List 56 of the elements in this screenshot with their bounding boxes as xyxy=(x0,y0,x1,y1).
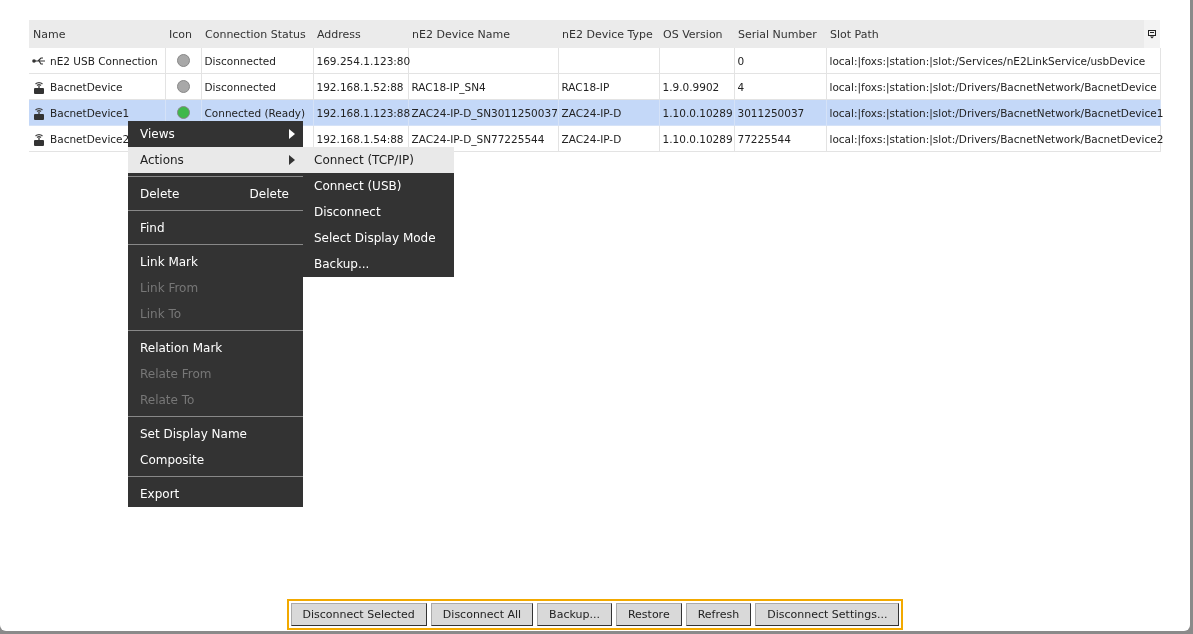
table-cell: 4 xyxy=(737,80,745,93)
table-cell: 0 xyxy=(737,54,745,67)
table-cell: Disconnected xyxy=(204,54,276,67)
table-cell: RAC18-IP_SN4 xyxy=(411,80,486,93)
action-button[interactable]: Backup... xyxy=(537,603,612,626)
table-cell: 192.168.1.52:88 xyxy=(316,80,404,93)
table-cell: 1.9.0.9902 xyxy=(662,80,720,93)
submenu-arrow-icon xyxy=(289,155,295,165)
action-button[interactable]: Disconnect Selected xyxy=(290,603,427,626)
table-cell: 169.254.1.123:80 xyxy=(316,54,411,67)
table-cell: 192.168.1.123:88 xyxy=(316,106,411,119)
table-cell: BacnetDevice xyxy=(50,80,123,93)
menu-item[interactable]: Select Display Mode xyxy=(303,225,454,251)
action-button[interactable]: Disconnect All xyxy=(430,603,534,626)
menu-item[interactable]: Set Display Name xyxy=(128,421,303,447)
menu-item[interactable]: Composite xyxy=(128,447,303,473)
table-cell: ZAC24-IP-D xyxy=(561,132,622,145)
column-header[interactable]: Slot Path xyxy=(830,27,879,41)
menu-item[interactable]: Connect (TCP/IP) xyxy=(303,147,454,173)
table-cell: 1.10.0.10289 xyxy=(662,132,733,145)
usb-icon xyxy=(32,54,46,67)
table-row[interactable]: nE2 USB Connection Disconnected 169.254.1.123:80 0 local:|foxs:|station:|slot:/Services/nE2LinkService/usbDevice xyxy=(29,48,1160,74)
action-button[interactable]: Disconnect Settings... xyxy=(755,603,900,626)
submenu-arrow-icon xyxy=(289,129,295,139)
column-chooser-icon[interactable] xyxy=(1144,20,1160,48)
table-cell: local:|foxs:|station:|slot:/Services/nE2LinkService/usbDevice xyxy=(829,54,1146,67)
table-cell: Connected (Ready) xyxy=(204,106,306,119)
table-cell: RAC18-IP xyxy=(561,80,610,93)
menu-item[interactable]: Relation Mark xyxy=(128,335,303,361)
menu-item[interactable]: Connect (USB) xyxy=(303,173,454,199)
menu-item[interactable]: Link Mark xyxy=(128,249,303,275)
menu-item[interactable]: Find xyxy=(128,215,303,241)
table-row[interactable]: BacnetDevice Disconnected 192.168.1.52:88 RAC18-IP_SN4 RAC18-IP 1.9.0.9902 4 local:|foxs:|station:|slot:/Drivers/BacnetNetwork/BacnetDevice xyxy=(29,73,1160,100)
menu-item[interactable]: Backup... xyxy=(303,251,454,277)
menu-item[interactable]: Disconnect xyxy=(303,199,454,225)
action-button[interactable]: Restore xyxy=(615,603,682,626)
table-cell: local:|foxs:|station:|slot:/Drivers/BacnetNetwork/BacnetDevice xyxy=(829,80,1157,93)
action-button[interactable]: Refresh xyxy=(685,603,752,626)
table-cell: nE2 USB Connection xyxy=(50,54,158,67)
wireless-device-icon xyxy=(32,131,46,146)
table-cell: Disconnected xyxy=(204,80,276,93)
column-header[interactable]: Name xyxy=(33,27,66,41)
table-cell: 77225544 xyxy=(737,132,791,145)
wireless-device-icon xyxy=(32,79,46,94)
table-cell: ZAC24-IP-D_SN77225544 xyxy=(411,132,545,145)
table-cell: 1.10.0.10289 xyxy=(662,106,733,119)
menu-item[interactable]: Actions xyxy=(128,147,303,173)
table-cell: BacnetDevice2 xyxy=(50,132,130,145)
table-cell: 3011250037 xyxy=(737,106,805,119)
table-cell: ZAC24-IP-D xyxy=(561,106,622,119)
table-cell: ZAC24-IP-D_SN3011250037 xyxy=(411,106,558,119)
menu-item[interactable]: Delete Delete xyxy=(128,181,303,207)
menu-item[interactable]: Export xyxy=(128,481,303,507)
table-cell: 192.168.1.54:88 xyxy=(316,132,404,145)
wireless-device-icon xyxy=(32,105,46,120)
table-cell: BacnetDevice1 xyxy=(50,106,130,119)
